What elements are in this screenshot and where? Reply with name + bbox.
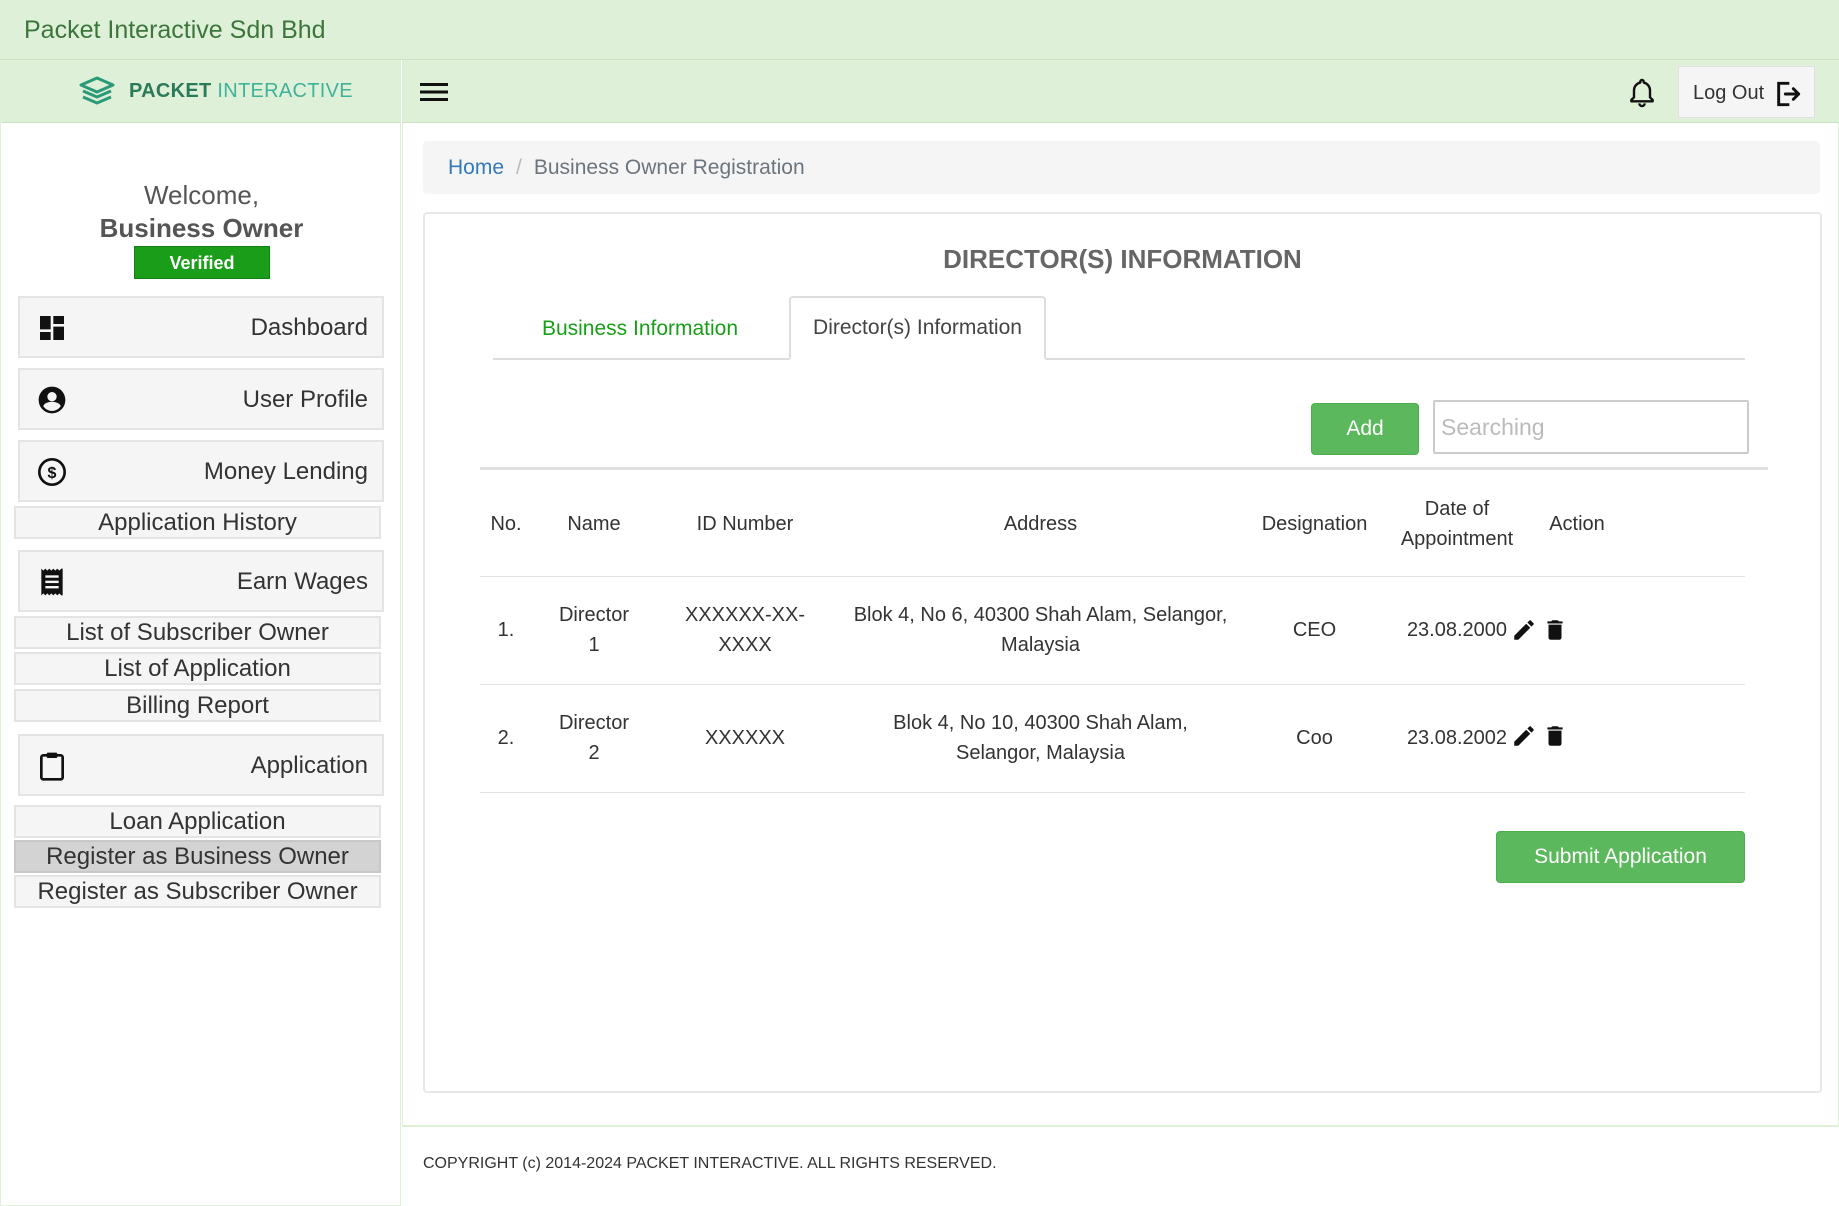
- user-circle-icon: [38, 386, 66, 414]
- tabs-divider: [493, 358, 1745, 360]
- sidebar-subitem-billing-report[interactable]: Billing Report: [14, 689, 381, 722]
- column-header-action: Action: [1549, 513, 1605, 535]
- cell-address: Blok 4, No 10, 40300 Shah Alam, Selangor…: [893, 712, 1188, 764]
- hamburger-menu-icon[interactable]: [418, 80, 450, 104]
- layers-logo-icon: [79, 76, 115, 105]
- logout-label: Log Out: [1693, 82, 1765, 104]
- welcome-text: Welcome,: [143, 180, 260, 210]
- welcome-block: Welcome, Business Owner: [1, 180, 402, 244]
- cell-designation: CEO: [1292, 619, 1337, 641]
- breadcrumb-separator: /: [516, 156, 522, 179]
- svg-text:$: $: [48, 465, 57, 482]
- table-top-border: [480, 467, 1768, 470]
- cell-no: 2.: [497, 727, 515, 749]
- sidebar-item-dashboard[interactable]: Dashboard: [18, 296, 384, 358]
- tab-business-information[interactable]: Business Information: [493, 298, 787, 358]
- sidebar-subitem-register-subscriber-owner[interactable]: Register as Subscriber Owner: [14, 875, 381, 908]
- breadcrumb-home-link[interactable]: Home: [448, 156, 504, 179]
- column-header-id-number: ID Number: [696, 513, 794, 535]
- breadcrumb: Home / Business Owner Registration: [423, 141, 1820, 194]
- column-header-no: No.: [490, 513, 522, 535]
- cell-designation: Coo: [1296, 727, 1333, 749]
- cell-date-of-appointment: 23.08.2000: [1406, 619, 1508, 641]
- sidebar-subitem-application-history[interactable]: Application History: [14, 506, 381, 539]
- app-title: Packet Interactive Sdn Bhd: [24, 16, 326, 44]
- sidebar-item-user-profile[interactable]: User Profile: [18, 368, 384, 430]
- sidebar-item-earn-wages[interactable]: Earn Wages: [18, 550, 384, 612]
- column-header-address: Address: [1003, 513, 1078, 535]
- sidebar-item-label: Application: [250, 752, 368, 779]
- page-title: DIRECTOR(S) INFORMATION: [943, 244, 1302, 274]
- add-director-button[interactable]: Add: [1311, 403, 1419, 455]
- cell-date-of-appointment: 23.08.2002: [1406, 727, 1508, 749]
- sidebar-subitem-loan-application[interactable]: Loan Application: [14, 805, 381, 838]
- sidebar-subitem-list-application[interactable]: List of Application: [14, 652, 381, 685]
- cell-no: 1.: [497, 619, 515, 641]
- brand-logo[interactable]: PACKET INTERACTIVE: [79, 76, 353, 106]
- cell-name: Director 1: [558, 604, 629, 656]
- receipt-icon: [41, 568, 63, 596]
- tab-directors-information[interactable]: Director(s) Information: [789, 296, 1046, 360]
- app-title-bar: Packet Interactive Sdn Bhd: [0, 0, 1839, 60]
- footer-copyright: COPYRIGHT (c) 2014-2024 PACKET INTERACTI…: [423, 1155, 997, 1172]
- search-input[interactable]: [1433, 400, 1749, 454]
- footer-divider: [402, 1125, 1839, 1127]
- edit-pencil-icon[interactable]: [1511, 721, 1537, 751]
- brand-name: PACKET INTERACTIVE: [129, 79, 353, 102]
- clipboard-icon: [40, 752, 64, 781]
- sidebar-item-label: Earn Wages: [236, 568, 368, 595]
- submit-application-button[interactable]: Submit Application: [1496, 831, 1745, 883]
- bell-notification-icon[interactable]: [1626, 76, 1658, 108]
- user-role: Business Owner: [99, 213, 304, 243]
- cell-id-number: XXXXXX: [704, 727, 786, 749]
- main-header: Log Out: [402, 60, 1839, 123]
- directors-card: DIRECTOR(S) INFORMATION Business Informa…: [423, 212, 1822, 1093]
- sidebar-header: PACKET INTERACTIVE: [1, 60, 400, 123]
- delete-trash-icon[interactable]: [1542, 615, 1568, 645]
- sidebar-item-label: Dashboard: [250, 314, 368, 341]
- cell-id-number: XXXXXX-XX-XXXX: [684, 604, 806, 656]
- logout-icon: [1777, 81, 1801, 107]
- dashboard-icon: [40, 316, 64, 340]
- column-header-designation: Designation: [1261, 513, 1368, 535]
- breadcrumb-current: Business Owner Registration: [533, 156, 805, 179]
- cell-address: Blok 4, No 6, 40300 Shah Alam, Selangor,…: [853, 604, 1228, 656]
- edit-pencil-icon[interactable]: [1511, 615, 1537, 645]
- sidebar-subitem-list-subscriber-owner[interactable]: List of Subscriber Owner: [14, 616, 381, 649]
- logout-button[interactable]: Log Out: [1678, 66, 1815, 118]
- column-header-name: Name: [567, 513, 621, 535]
- sidebar-item-label: User Profile: [242, 386, 368, 413]
- dollar-circle-icon: $: [38, 458, 66, 486]
- delete-trash-icon[interactable]: [1542, 721, 1568, 751]
- column-header-date-of-appointment: Date of Appointment: [1400, 498, 1514, 550]
- sidebar-subitem-register-business-owner[interactable]: Register as Business Owner: [14, 840, 381, 873]
- cell-name: Director 2: [558, 712, 629, 764]
- table-row-divider: [480, 792, 1745, 793]
- verified-badge: Verified: [134, 246, 270, 279]
- main-content: Home / Business Owner Registration DIRECTO…: [402, 123, 1839, 1126]
- sidebar-item-label: Money Lending: [203, 458, 368, 485]
- sidebar-item-application[interactable]: Application: [18, 734, 384, 796]
- sidebar-item-money-lending[interactable]: $ Money Lending: [18, 440, 384, 502]
- sidebar: PACKET INTERACTIVE Welcome, Business Own…: [0, 60, 401, 1206]
